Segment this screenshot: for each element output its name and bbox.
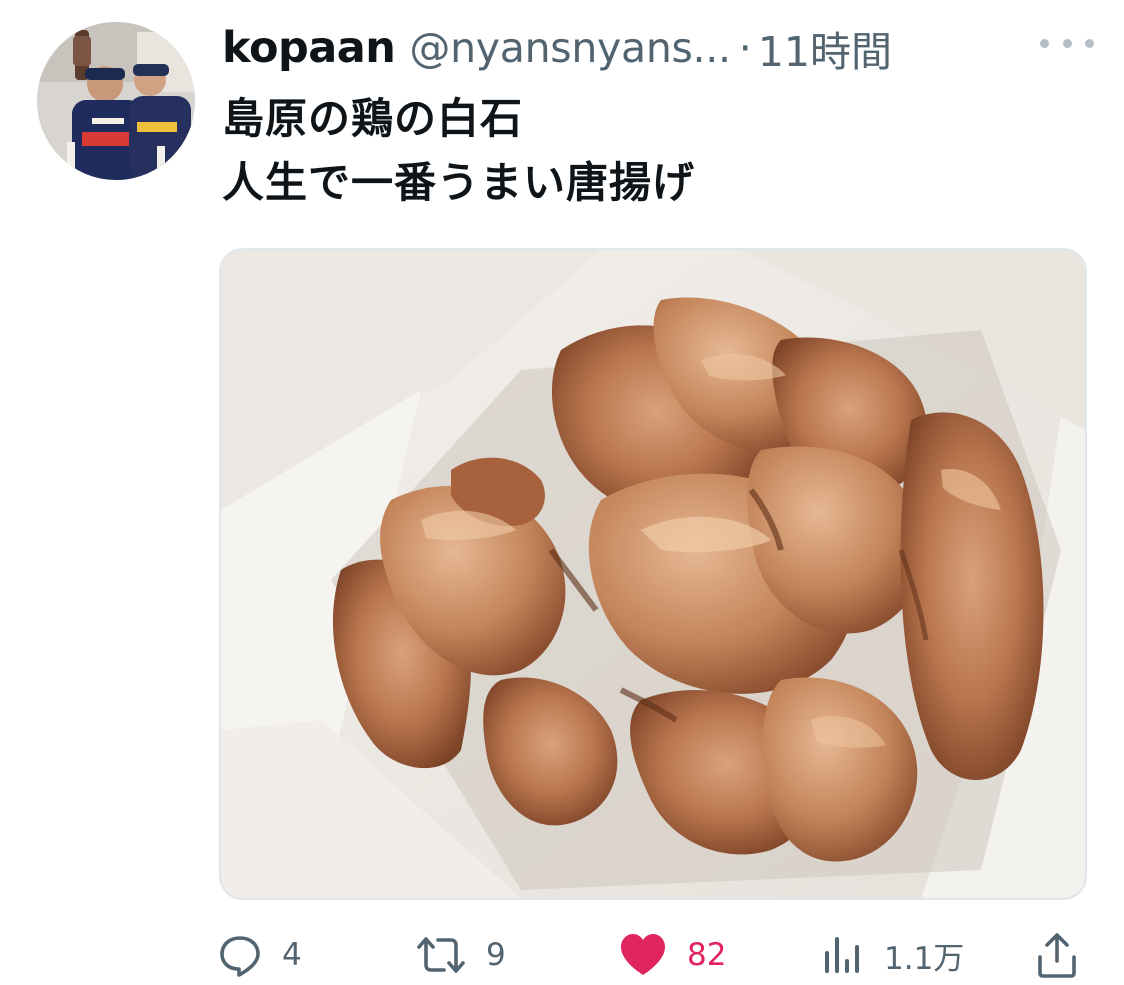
tweet-text-line: 人生で一番うまい唐揚げ bbox=[222, 158, 696, 207]
tweet-photo[interactable] bbox=[219, 248, 1087, 900]
avatar-image bbox=[37, 22, 195, 180]
avatar[interactable] bbox=[37, 22, 195, 180]
like-button[interactable]: 82 bbox=[619, 925, 726, 985]
share-upload-icon bbox=[1038, 933, 1076, 978]
display-name[interactable]: kopaan bbox=[222, 23, 396, 73]
views-bar-chart-icon bbox=[825, 937, 859, 973]
views-button[interactable]: 1.1万 bbox=[822, 925, 964, 985]
separator-dot: · bbox=[738, 24, 752, 72]
tweet-card[interactable]: kopaan @nyansnyans... · 11時間 島原の鶏の白石 人生で… bbox=[0, 0, 1124, 985]
reply-icon bbox=[220, 936, 260, 977]
retweet-count: 9 bbox=[486, 937, 506, 973]
reply-count: 4 bbox=[282, 937, 302, 973]
karaage-photo bbox=[221, 250, 1085, 898]
action-bar: 4 9 82 1.1万 bbox=[0, 925, 1124, 985]
tweet-text-line: 島原の鶏の白石 bbox=[222, 94, 524, 143]
views-count: 1.1万 bbox=[884, 940, 965, 977]
tweet-timestamp[interactable]: 11時間 bbox=[758, 18, 892, 78]
reply-button[interactable]: 4 bbox=[218, 925, 302, 985]
like-count: 82 bbox=[687, 937, 727, 973]
share-button[interactable] bbox=[1036, 925, 1078, 985]
user-handle[interactable]: @nyansnyans... bbox=[409, 24, 731, 72]
heart-icon bbox=[621, 934, 665, 975]
retweet-button[interactable]: 9 bbox=[416, 925, 506, 985]
tweet-text: 島原の鶏の白石 人生で一番うまい唐揚げ bbox=[222, 87, 695, 215]
tweet-header: kopaan @nyansnyans... · 11時間 bbox=[222, 18, 1022, 78]
retweet-icon bbox=[417, 937, 465, 973]
more-options-icon[interactable] bbox=[1040, 28, 1094, 58]
